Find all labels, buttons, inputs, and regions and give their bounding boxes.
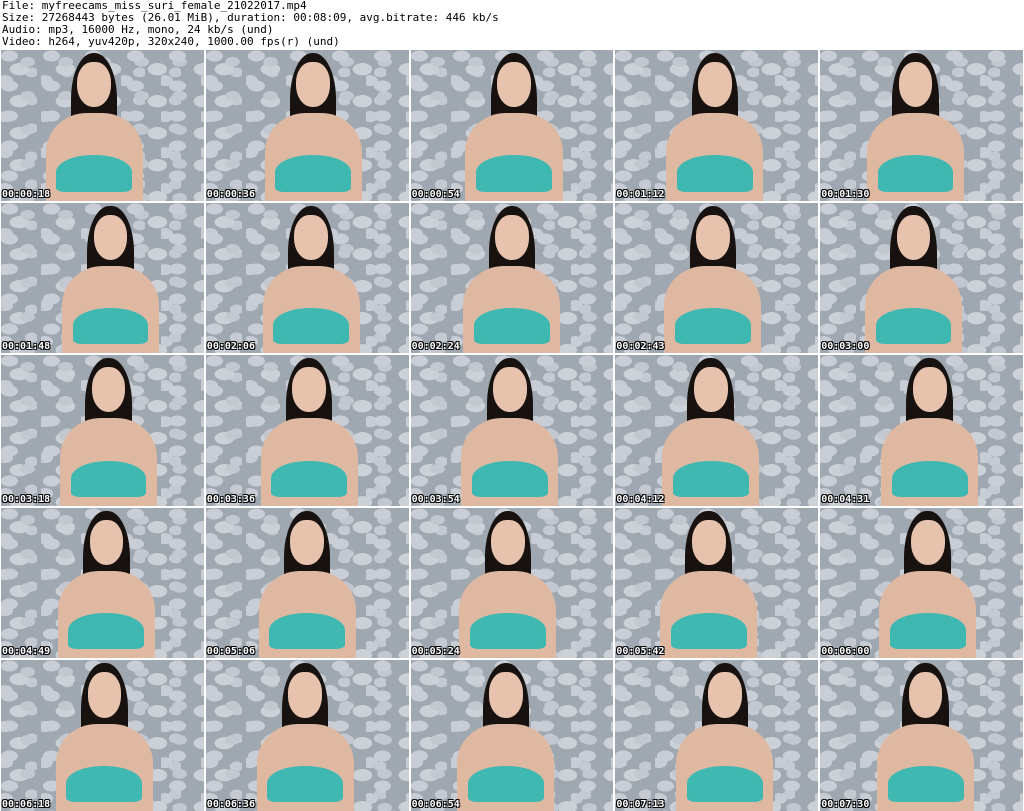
video-thumbnail: 00:00:54 bbox=[410, 50, 614, 201]
frame-timestamp: 00:01:48 bbox=[2, 341, 51, 353]
frame-image bbox=[256, 355, 361, 506]
frame-timestamp: 00:03:00 bbox=[821, 341, 870, 353]
frame-image bbox=[455, 508, 560, 659]
frame-image bbox=[254, 508, 359, 659]
frame-timestamp: 00:05:24 bbox=[411, 646, 460, 658]
video-info-line: Video: h264, yuv420p, 320x240, 1000.00 f… bbox=[2, 36, 340, 48]
frame-image bbox=[54, 508, 159, 659]
video-thumbnail: 00:03:54 bbox=[410, 355, 614, 506]
frame-timestamp: 00:03:54 bbox=[411, 493, 460, 505]
frame-image bbox=[873, 660, 978, 811]
file-info-header: File: myfreecams_miss_suri_female_210220… bbox=[2, 0, 1022, 48]
frame-timestamp: 00:06:36 bbox=[206, 799, 255, 810]
frame-image bbox=[863, 50, 968, 201]
frame-timestamp: 00:05:06 bbox=[206, 646, 255, 658]
video-thumbnail: 00:04:12 bbox=[615, 355, 819, 506]
video-thumbnail: 00:01:48 bbox=[1, 202, 204, 354]
frame-timestamp: 00:04:12 bbox=[616, 493, 665, 505]
video-thumbnail: 00:06:18 bbox=[1, 660, 204, 811]
frame-image bbox=[672, 660, 777, 811]
frame-image bbox=[453, 660, 558, 811]
frame-timestamp: 00:06:54 bbox=[411, 799, 460, 810]
frame-timestamp: 00:02:43 bbox=[616, 341, 665, 353]
frame-timestamp: 00:02:24 bbox=[411, 341, 460, 353]
video-thumbnail: 00:06:36 bbox=[205, 660, 409, 811]
video-thumbnail: 00:06:54 bbox=[410, 660, 614, 811]
video-thumbnail: 00:00:18 bbox=[1, 50, 204, 201]
frame-timestamp: 00:02:06 bbox=[206, 341, 255, 353]
video-thumbnail: 00:07:13 bbox=[615, 660, 819, 811]
frame-timestamp: 00:07:30 bbox=[821, 799, 870, 810]
thumbnail-grid: 00:00:18 00:00:36 00:00:54 00:01:12 00:01:30… bbox=[1, 50, 1023, 811]
frame-image bbox=[457, 355, 562, 506]
video-thumbnail: 00:01:12 bbox=[615, 50, 819, 201]
audio-info-line: Audio: mp3, 16000 Hz, mono, 24 kb/s (und… bbox=[2, 24, 274, 36]
frame-image bbox=[52, 660, 157, 811]
frame-timestamp: 00:06:18 bbox=[2, 799, 51, 810]
frame-timestamp: 00:00:36 bbox=[206, 188, 255, 200]
frame-timestamp: 00:06:00 bbox=[821, 646, 870, 658]
frame-image bbox=[656, 508, 761, 659]
video-thumbnail: 00:02:43 bbox=[615, 202, 819, 354]
frame-timestamp: 00:00:54 bbox=[411, 188, 460, 200]
frame-image bbox=[660, 203, 765, 354]
frame-image bbox=[662, 50, 767, 201]
frame-image bbox=[861, 203, 966, 354]
video-thumbnail: 00:00:36 bbox=[205, 50, 409, 201]
frame-timestamp: 00:04:49 bbox=[2, 646, 51, 658]
video-thumbnail: 00:07:30 bbox=[820, 660, 1023, 811]
frame-image bbox=[261, 50, 366, 201]
frame-timestamp: 00:05:42 bbox=[616, 646, 665, 658]
video-thumbnail: 00:02:24 bbox=[410, 202, 614, 354]
video-thumbnail: 00:06:00 bbox=[820, 507, 1023, 659]
frame-image bbox=[877, 355, 982, 506]
video-thumbnail: 00:01:30 bbox=[820, 50, 1023, 201]
video-thumbnail: 00:04:31 bbox=[820, 355, 1023, 506]
frame-image bbox=[459, 203, 564, 354]
frame-image bbox=[252, 660, 357, 811]
frame-timestamp: 00:03:18 bbox=[2, 493, 51, 505]
frame-timestamp: 00:07:13 bbox=[616, 799, 665, 810]
file-name-line: File: myfreecams_miss_suri_female_210220… bbox=[2, 0, 307, 12]
frame-image bbox=[259, 203, 364, 354]
video-thumbnail: 00:03:00 bbox=[820, 202, 1023, 354]
video-thumbnail: 00:05:42 bbox=[615, 507, 819, 659]
frame-image bbox=[58, 203, 163, 354]
frame-timestamp: 00:04:31 bbox=[821, 493, 870, 505]
frame-timestamp: 00:01:12 bbox=[616, 188, 665, 200]
frame-timestamp: 00:03:36 bbox=[206, 493, 255, 505]
frame-image bbox=[461, 50, 566, 201]
video-thumbnail: 00:05:24 bbox=[410, 507, 614, 659]
video-thumbnail: 00:04:49 bbox=[1, 507, 204, 659]
video-thumbnail: 00:05:06 bbox=[205, 507, 409, 659]
frame-image bbox=[56, 355, 161, 506]
frame-image bbox=[875, 508, 980, 659]
video-thumbnail: 00:03:36 bbox=[205, 355, 409, 506]
frame-image bbox=[42, 50, 147, 201]
video-thumbnail: 00:03:18 bbox=[1, 355, 204, 506]
frame-image bbox=[658, 355, 763, 506]
frame-timestamp: 00:01:30 bbox=[821, 188, 870, 200]
file-size-line: Size: 27268443 bytes (26.01 MiB), durati… bbox=[2, 12, 499, 24]
video-thumbnail: 00:02:06 bbox=[205, 202, 409, 354]
frame-timestamp: 00:00:18 bbox=[2, 188, 51, 200]
